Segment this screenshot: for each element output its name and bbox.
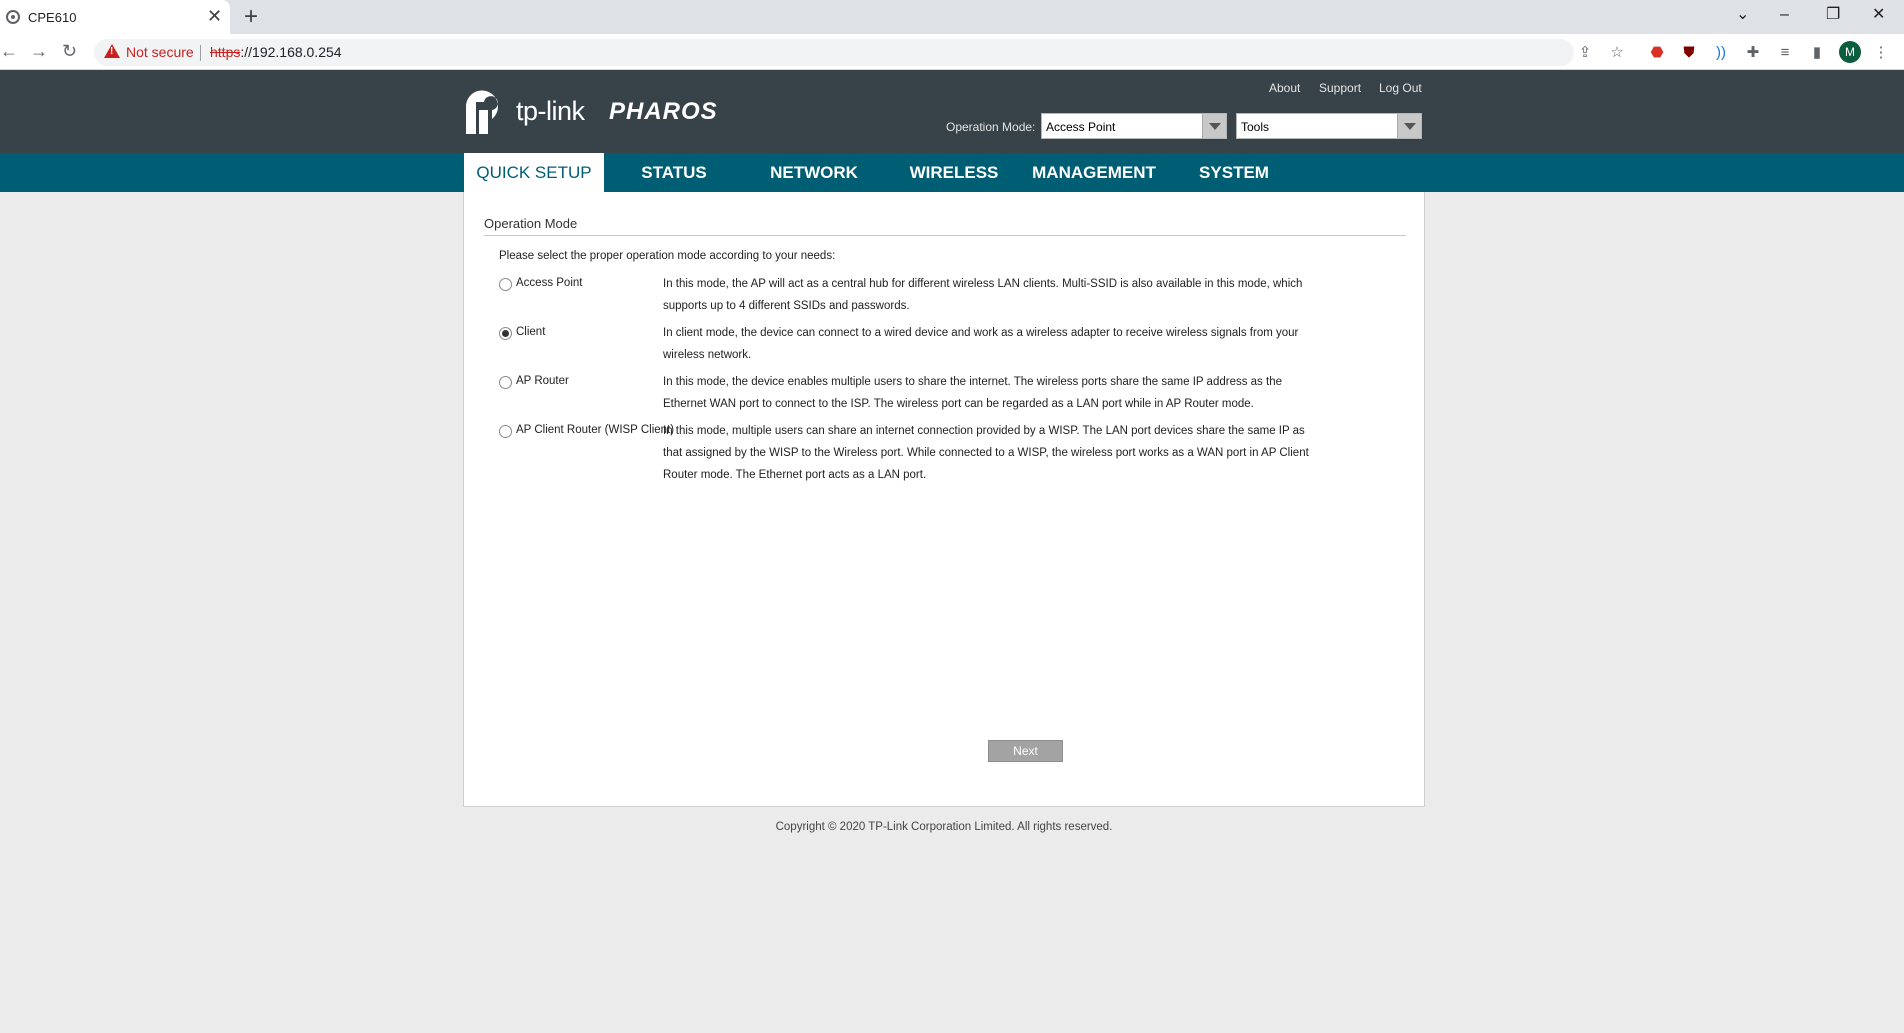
tab-network[interactable]: NETWORK <box>753 153 875 192</box>
mode-desc-access-point: In this mode, the AP will act as a centr… <box>663 278 1303 312</box>
tab-title: CPE610 <box>28 10 77 25</box>
tools-select[interactable]: Tools <box>1236 113 1422 139</box>
mode-option-access-point: Access Point In this mode, the AP will a… <box>499 277 1379 321</box>
restore-icon[interactable]: ❐ <box>1826 5 1840 25</box>
browser-tab-strip: CPE610 ✕ + ⌄ – ❐ ✕ <box>0 0 1904 34</box>
close-window-icon[interactable]: ✕ <box>1872 5 1885 25</box>
support-link[interactable]: Support <box>1319 81 1361 95</box>
tab-quick-setup[interactable]: QUICK SETUP <box>464 153 604 192</box>
logo-pharos: PHAROS <box>609 98 718 125</box>
radio-ap-router[interactable] <box>499 376 512 389</box>
radio-client[interactable] <box>499 327 512 340</box>
operation-mode-select[interactable]: Access Point <box>1041 113 1227 139</box>
operation-mode-value: Access Point <box>1046 120 1116 134</box>
profile-avatar[interactable]: M <box>1839 41 1861 63</box>
tab-management[interactable]: MANAGEMENT <box>1024 153 1164 192</box>
operation-mode-label: Operation Mode: <box>946 120 1036 134</box>
tab-wireless[interactable]: WIRELESS <box>894 153 1014 192</box>
omnibox-divider <box>200 45 201 61</box>
tools-value: Tools <box>1241 120 1270 134</box>
ublock-extension-icon[interactable]: ⛊ <box>1680 43 1698 61</box>
mode-option-client: Client In client mode, the device can co… <box>499 326 1379 370</box>
share-icon[interactable]: ⇪ <box>1576 43 1594 61</box>
page-title: Operation Mode <box>484 216 578 231</box>
forward-icon[interactable]: → <box>30 41 48 61</box>
radio-ap-client-router[interactable] <box>499 425 512 438</box>
tab-system[interactable]: SYSTEM <box>1176 153 1292 192</box>
tp-link-logo: tp-link PHAROS <box>462 88 722 134</box>
tab-search-icon[interactable]: ⌄ <box>1736 5 1749 25</box>
chevron-down-icon[interactable] <box>1202 114 1226 138</box>
tp-link-logo-icon <box>466 90 498 134</box>
intro-text: Please select the proper operation mode … <box>499 250 836 262</box>
url-host: ://192.168.0.254 <box>240 44 342 60</box>
new-tab-button[interactable]: + <box>244 4 258 30</box>
side-panel-icon[interactable]: ▮ <box>1808 43 1826 61</box>
reload-icon[interactable]: ↻ <box>62 41 77 61</box>
security-status[interactable]: Not secure <box>126 44 194 60</box>
globe-icon <box>6 10 20 24</box>
next-button[interactable]: Next <box>988 740 1063 762</box>
content-panel: Operation Mode Please select the proper … <box>463 192 1425 807</box>
main-nav: QUICK SETUP STATUS NETWORK WIRELESS MANA… <box>0 153 1904 192</box>
wave-extension-icon[interactable]: )) <box>1712 43 1730 61</box>
more-menu-icon[interactable]: ⋮ <box>1872 43 1890 61</box>
url-text[interactable]: https://192.168.0.254 <box>210 44 342 60</box>
title-divider <box>484 235 1406 236</box>
mode-option-ap-client-router: AP Client Router (WISP Client) In this m… <box>499 424 1379 490</box>
close-tab-icon[interactable]: ✕ <box>207 6 222 26</box>
star-icon[interactable]: ☆ <box>1608 43 1626 61</box>
logout-link[interactable]: Log Out <box>1379 81 1422 95</box>
about-link[interactable]: About <box>1269 81 1300 95</box>
chevron-down-icon[interactable] <box>1397 114 1421 138</box>
tab-status[interactable]: STATUS <box>614 153 734 192</box>
back-icon[interactable]: ← <box>0 41 18 61</box>
mode-desc-ap-client-router: In this mode, multiple users can share a… <box>663 425 1309 481</box>
radio-access-point[interactable] <box>499 278 512 291</box>
browser-toolbar: ← → ↻ Not secure https://192.168.0.254 ⇪… <box>0 34 1904 70</box>
browser-tab[interactable]: CPE610 ✕ <box>0 0 230 34</box>
adblock-extension-icon[interactable]: ⬣ <box>1648 43 1666 61</box>
mode-label-ap-client-router[interactable]: AP Client Router (WISP Client) <box>516 424 674 436</box>
extensions-icon[interactable]: ✚ <box>1744 43 1762 61</box>
mode-label-ap-router[interactable]: AP Router <box>516 375 569 387</box>
reading-list-icon[interactable]: ≡ <box>1776 43 1794 61</box>
mode-desc-client: In client mode, the device can connect t… <box>663 327 1299 361</box>
mode-desc-ap-router: In this mode, the device enables multipl… <box>663 376 1282 410</box>
mode-option-ap-router: AP Router In this mode, the device enabl… <box>499 375 1379 419</box>
address-bar[interactable]: Not secure https://192.168.0.254 <box>94 39 1574 66</box>
url-scheme: https <box>210 44 241 60</box>
mode-label-access-point[interactable]: Access Point <box>516 277 582 289</box>
logo-wordmark: tp-link <box>516 96 585 126</box>
warning-icon <box>104 44 120 58</box>
mode-label-client[interactable]: Client <box>516 326 545 338</box>
minimize-icon[interactable]: – <box>1780 5 1789 25</box>
copyright-footer: Copyright © 2020 TP-Link Corporation Lim… <box>775 821 1113 833</box>
page-header: tp-link PHAROS About Support Log Out Ope… <box>0 70 1904 153</box>
